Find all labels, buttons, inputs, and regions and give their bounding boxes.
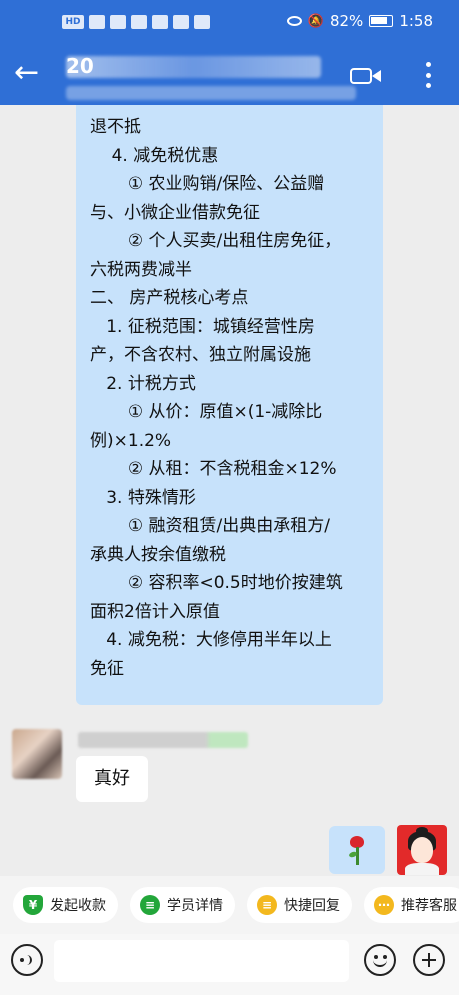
message-line: 承典人按余值缴税 [90, 544, 226, 565]
message-line: 例)×1.2% [90, 430, 172, 451]
message-line: 4. 减免税优惠 [90, 145, 219, 166]
chat-header: HD 🔕 82% 1:58 ← 20 [0, 0, 459, 105]
clock: 1:58 [399, 12, 433, 30]
mute-icon: 🔕 [307, 13, 324, 29]
voice-input-button[interactable] [11, 944, 43, 976]
chat-title: 20 [66, 54, 94, 78]
more-button[interactable] [420, 60, 436, 90]
quick-action-bar: ¥ 发起收款 ≡ 学员详情 ≡ 快捷回复 ⋯ 推荐客服 [0, 876, 459, 934]
app-icon [194, 15, 210, 29]
message-line: 与、小微企业借款免征 [90, 202, 260, 223]
chat-title-blurred [66, 56, 321, 78]
message-line: 二、 房产税核心考点 [90, 288, 249, 308]
my-avatar[interactable] [397, 825, 447, 875]
chip-label: 发起收款 [50, 898, 106, 914]
message-line: 六税两费减半 [90, 259, 192, 280]
mail-icon [110, 15, 126, 29]
chip-label: 推荐客服 [401, 898, 457, 914]
student-details-button[interactable]: ≡ 学员详情 [130, 887, 235, 923]
person-icon: ≡ [140, 895, 160, 915]
contact-avatar[interactable] [12, 729, 62, 779]
message-line: 2. 计税方式 [90, 373, 196, 394]
rose-icon [346, 836, 368, 866]
signal-icon [89, 15, 105, 29]
hd-icon: HD [62, 15, 84, 29]
eye-icon [286, 16, 302, 26]
message-line: ② 容积率<0.5时地价按建筑 [90, 573, 343, 593]
message-line: ① 从价：原值×(1-减除比 [90, 402, 323, 422]
message-bubble-outgoing[interactable]: 退不抵 4. 减免税优惠 ① 农业购销/保险、公益赠 与、小微企业借款免征 ② … [76, 105, 383, 705]
message-line: 产，不含农村、独立附属设施 [90, 345, 311, 365]
sender-name-blurred [78, 732, 248, 748]
app-icon [152, 15, 168, 29]
emoji-button[interactable] [364, 944, 396, 976]
message-line: 3. 特殊情形 [90, 487, 196, 508]
status-right: 🔕 82% 1:58 [286, 12, 433, 30]
status-left-icons: HD [62, 13, 210, 31]
chat-subtitle-blurred [66, 86, 356, 100]
back-button[interactable]: ← [14, 58, 48, 92]
battery-icon [369, 15, 394, 27]
more-actions-plus-button[interactable] [413, 944, 445, 976]
status-bar: HD 🔕 82% 1:58 [0, 0, 459, 44]
recommend-icon: ⋯ [374, 895, 394, 915]
more-dots-icon [425, 62, 431, 67]
message-input[interactable] [54, 940, 349, 982]
message-line: ① 农业购销/保险、公益赠 [90, 174, 325, 194]
app-icon [131, 15, 147, 29]
chip-label: 快捷回复 [284, 898, 340, 914]
message-bubble-incoming[interactable]: 真好 [76, 756, 148, 802]
message-line: 免征 [90, 658, 124, 679]
recommend-service-button[interactable]: ⋯ 推荐客服 [364, 887, 459, 923]
quick-action-chips: ¥ 发起收款 ≡ 学员详情 ≡ 快捷回复 ⋯ 推荐客服 [13, 887, 459, 923]
message-line: 面积2倍计入原值 [90, 601, 220, 622]
message-line: 1. 征税范围：城镇经营性房 [90, 316, 315, 337]
message-line: 退不抵 [90, 117, 141, 137]
video-call-button[interactable] [350, 64, 384, 88]
quick-reply-icon: ≡ [257, 895, 277, 915]
chat-icon [173, 15, 189, 29]
battery-percent: 82% [329, 12, 364, 30]
message-bubble-rose[interactable] [329, 826, 385, 874]
message-line: ② 从租：不含税租金×12% [90, 459, 337, 479]
message-line: ② 个人买卖/出租住房免征， [90, 231, 342, 251]
video-camera-icon [350, 68, 372, 84]
back-arrow-icon: ← [14, 55, 40, 90]
quick-reply-button[interactable]: ≡ 快捷回复 [247, 887, 352, 923]
message-line: ① 融资租赁/出典由承租方/ [90, 516, 330, 536]
yen-shield-icon: ¥ [23, 895, 43, 915]
collect-payment-button[interactable]: ¥ 发起收款 [13, 887, 118, 923]
chip-label: 学员详情 [167, 898, 223, 914]
message-line: 4. 减免税：大修停用半年以上 [90, 630, 332, 650]
